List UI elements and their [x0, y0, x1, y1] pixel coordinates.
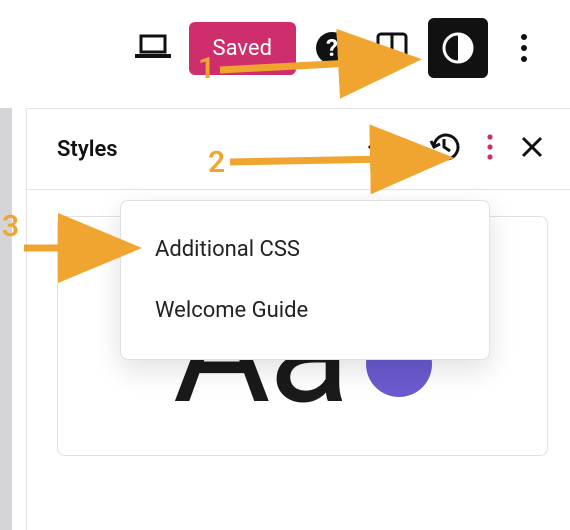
menu-item-welcome-guide[interactable]: Welcome Guide — [121, 280, 489, 341]
laptop-icon — [133, 32, 173, 64]
style-book-button[interactable] — [368, 134, 402, 164]
panel-actions — [368, 131, 544, 167]
styles-more-menu-button[interactable] — [486, 133, 494, 165]
contrast-icon — [440, 30, 476, 66]
history-icon — [428, 131, 460, 163]
styles-more-menu: Additional CSS Welcome Guide — [120, 200, 490, 360]
vertical-dots-icon — [520, 33, 528, 63]
save-status-button[interactable]: Saved — [189, 22, 296, 75]
spacer — [12, 108, 26, 530]
svg-text:?: ? — [326, 34, 338, 62]
more-options-button[interactable] — [500, 24, 548, 72]
scroll-gutter — [0, 108, 12, 530]
vertical-dots-icon — [486, 133, 494, 161]
settings-sidebar-button[interactable] — [368, 24, 416, 72]
device-view-button[interactable] — [129, 24, 177, 72]
revisions-button[interactable] — [428, 131, 460, 167]
styles-toggle-button[interactable] — [428, 18, 488, 78]
panel-title: Styles — [57, 137, 118, 162]
close-panel-button[interactable] — [520, 135, 544, 163]
menu-item-additional-css[interactable]: Additional CSS — [121, 219, 489, 280]
styles-panel-header: Styles — [27, 109, 570, 190]
help-button[interactable]: ? — [308, 24, 356, 72]
save-status-label: Saved — [213, 36, 272, 61]
eye-icon — [368, 134, 402, 160]
help-icon: ? — [314, 30, 350, 66]
split-panel-icon — [375, 31, 409, 65]
top-toolbar: Saved ? — [0, 0, 570, 96]
close-icon — [520, 135, 544, 159]
